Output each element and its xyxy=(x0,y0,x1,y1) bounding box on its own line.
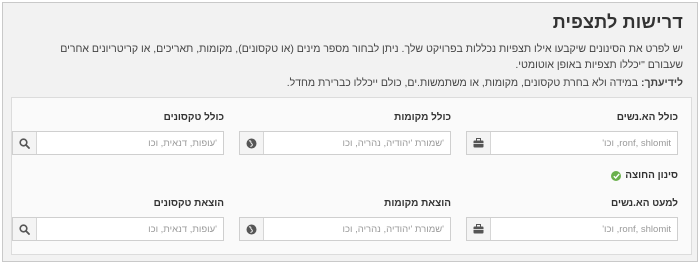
include-people-label: כולל הא.נשים xyxy=(616,112,678,123)
briefcase-icon xyxy=(467,132,491,154)
exclude-people-input[interactable] xyxy=(491,218,677,240)
default-note: לידיעתך: במידה ולא בחרת טקסונים, מקומות,… xyxy=(287,77,683,89)
exclude-taxa-field: הוצאת טקסונים xyxy=(12,196,224,241)
section-title: דרישות לתצפית xyxy=(552,12,683,32)
globe-icon xyxy=(240,132,264,154)
note-label: לידיעתך: xyxy=(640,77,683,89)
note-text: במידה ולא בחרת טקסונים, מקומות, או משתמש… xyxy=(286,77,641,89)
exclude-taxa-label: הוצאת טקסונים xyxy=(153,198,224,209)
include-places-input[interactable] xyxy=(264,132,450,154)
include-people-field: כולל הא.נשים xyxy=(466,110,678,155)
exclusion-toggle[interactable]: סינון החוצה xyxy=(611,170,678,181)
exclude-people-box xyxy=(466,217,678,241)
search-icon xyxy=(13,132,37,154)
exclude-people-field: למעט הא.נשים xyxy=(466,196,678,241)
include-people-input[interactable] xyxy=(491,132,677,154)
search-icon xyxy=(13,218,37,240)
include-places-box xyxy=(239,131,451,155)
exclude-people-label: למעט הא.נשים xyxy=(610,198,678,209)
include-taxa-input[interactable] xyxy=(37,132,223,154)
exclusion-toggle-label: סינון החוצה xyxy=(625,170,678,181)
exclude-places-field: הוצאת מקומות xyxy=(239,196,451,241)
exclude-places-box xyxy=(239,217,451,241)
exclude-places-label: הוצאת מקומות xyxy=(384,198,451,209)
exclude-places-input[interactable] xyxy=(264,218,450,240)
exclude-taxa-input[interactable] xyxy=(37,218,223,240)
globe-icon xyxy=(240,218,264,240)
filters-panel: כולל הא.נשים כולל מקומות כולל טקסונים xyxy=(11,97,692,255)
include-places-label: כולל מקומות xyxy=(394,112,451,123)
intro-text: יש לפרט את הסינונים שיקבעו אילו תצפיות נ… xyxy=(60,43,683,71)
exclude-taxa-box xyxy=(12,217,224,241)
include-places-field: כולל מקומות xyxy=(239,110,451,155)
briefcase-icon xyxy=(467,218,491,240)
include-people-box xyxy=(466,131,678,155)
include-taxa-box xyxy=(12,131,224,155)
include-taxa-label: כולל טקסונים xyxy=(163,112,224,123)
check-circle-icon xyxy=(611,170,622,181)
requirements-section: דרישות לתצפית יש לפרט את הסינונים שיקבעו… xyxy=(2,2,698,262)
include-taxa-field: כולל טקסונים xyxy=(12,110,224,155)
